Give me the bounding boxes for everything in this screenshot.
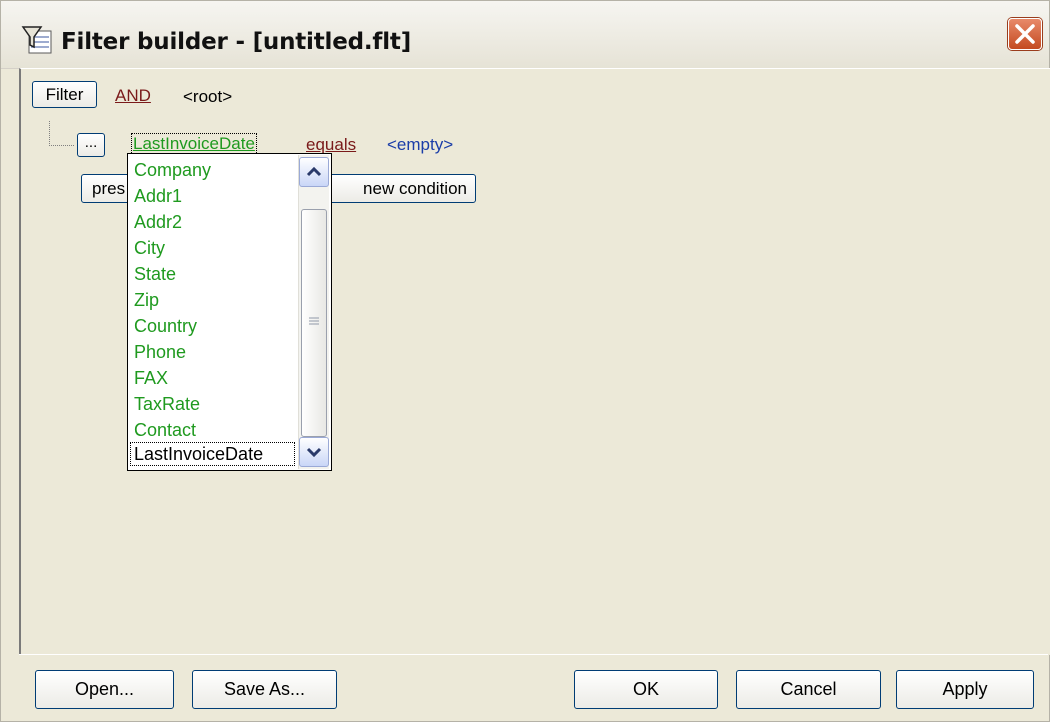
window-title: Filter builder - [untitled.flt] xyxy=(61,29,412,55)
dropdown-scrollbar[interactable] xyxy=(298,155,329,469)
dropdown-item[interactable]: Contact xyxy=(134,417,196,443)
filter-button[interactable]: Filter xyxy=(32,81,97,108)
title-bar[interactable]: Filter builder - [untitled.flt] xyxy=(1,1,1049,69)
dropdown-item-selected-label: LastInvoiceDate xyxy=(134,444,264,464)
chevron-up-icon xyxy=(306,166,322,177)
tree-connector xyxy=(49,121,74,146)
cancel-button[interactable]: Cancel xyxy=(736,670,881,709)
condition-menu-button[interactable]: ... xyxy=(77,133,105,157)
dropdown-item[interactable]: City xyxy=(134,235,165,261)
scroll-down-button[interactable] xyxy=(299,437,329,467)
condition-value-link[interactable]: <empty> xyxy=(387,135,453,155)
close-button[interactable] xyxy=(1008,18,1042,50)
dropdown-item[interactable]: TaxRate xyxy=(134,391,200,417)
filter-funnel-icon xyxy=(21,26,52,54)
close-icon xyxy=(1015,24,1035,44)
dropdown-item[interactable]: Addr2 xyxy=(134,209,182,235)
dropdown-item[interactable]: Zip xyxy=(134,287,159,313)
open-button[interactable]: Open... xyxy=(35,670,174,709)
ok-button[interactable]: OK xyxy=(574,670,718,709)
filter-builder-window: Filter builder - [untitled.flt] Filter A… xyxy=(0,0,1050,722)
apply-button[interactable]: Apply xyxy=(896,670,1034,709)
chevron-down-icon xyxy=(306,447,322,458)
dropdown-item[interactable]: Addr1 xyxy=(134,183,182,209)
grip-icon xyxy=(309,317,319,325)
dropdown-item[interactable]: Country xyxy=(134,313,197,339)
dropdown-item[interactable]: FAX xyxy=(134,365,168,391)
dropdown-item[interactable]: Phone xyxy=(134,339,186,365)
group-operator-link[interactable]: AND xyxy=(115,86,151,106)
dialog-button-bar: Open... Save As... OK Cancel Apply xyxy=(19,654,1048,721)
save-as-button[interactable]: Save As... xyxy=(192,670,337,709)
dropdown-item-selected[interactable]: LastInvoiceDate xyxy=(130,442,295,466)
scroll-up-button[interactable] xyxy=(299,157,329,187)
dropdown-item[interactable]: Company xyxy=(134,157,211,183)
root-label: <root> xyxy=(183,87,233,106)
field-dropdown-list[interactable]: Company Addr1 Addr2 City State Zip Count… xyxy=(127,153,332,471)
scroll-thumb[interactable] xyxy=(301,209,327,437)
dropdown-item[interactable]: State xyxy=(134,261,176,287)
condition-comparison-link[interactable]: equals xyxy=(306,135,356,155)
